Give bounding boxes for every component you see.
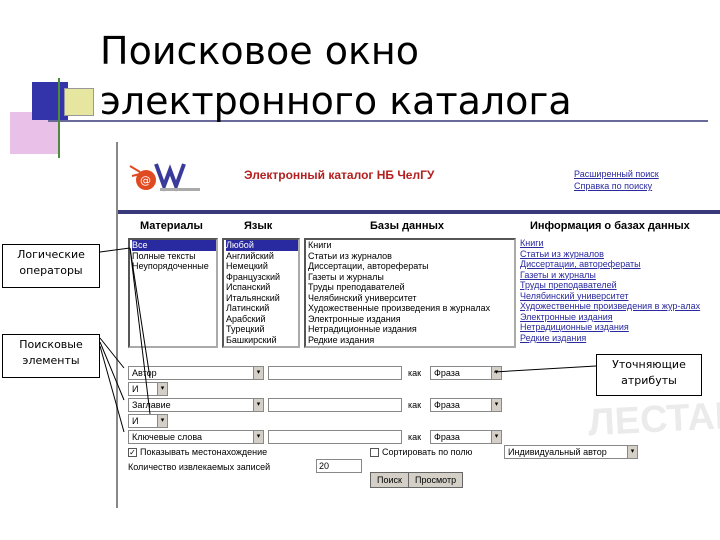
- callout-search-elements: Поисковые элементы: [2, 334, 100, 378]
- callout-lines: [99, 247, 597, 433]
- callout-logical-operators: Логические операторы: [2, 244, 100, 288]
- callout-refining-attributes: Уточняющие атрибуты: [596, 354, 702, 396]
